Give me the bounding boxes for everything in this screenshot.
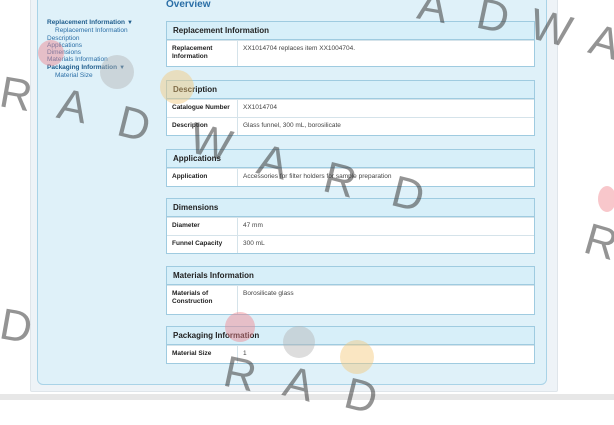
section-title: Dimensions [167,199,534,217]
row-value: XX1014704 [243,104,277,111]
decorative-dot [598,186,614,212]
row-label: Replacement Information [167,41,238,66]
row-label: Diameter [167,218,238,235]
table-row: Catalogue Number XX1014704 [167,99,534,117]
sidebar-nav: Replacement Information ▼ Replacement Inf… [47,19,157,79]
row-value: Glass funnel, 300 mL, borosilicate [243,122,341,129]
row-value: Accessories for filter holders for sampl… [243,173,392,180]
table-row: Funnel Capacity 300 mL [167,235,534,253]
sidebar-item-description[interactable]: Description [47,35,157,42]
sidebar-item-replacement-information-sub[interactable]: Replacement Information [47,27,157,34]
section-description: Description Catalogue Number XX1014704 D… [166,80,535,136]
section-title: Replacement Information [167,22,534,40]
bottom-scroll-bar [0,394,614,400]
row-value: Borosilicate glass [243,290,294,297]
section-title: Applications [167,150,534,168]
chevron-down-icon: ▼ [119,64,126,71]
table-row: Description Glass funnel, 300 mL, borosi… [167,117,534,135]
row-label: Application [167,169,238,186]
table-row: Replacement Information XX1014704 replac… [167,40,534,66]
watermark-letter: R [579,214,614,271]
table-row: Materials of Construction Borosilicate g… [167,285,534,314]
row-value: 300 mL [243,240,265,247]
row-value: 47 mm [243,222,263,229]
row-label: Description [167,118,238,135]
row-value: 1 [243,350,247,357]
sidebar-item-applications[interactable]: Applications [47,42,157,49]
section-title: Packaging Information [167,327,534,345]
section-title: Description [167,81,534,99]
table-row: Application Accessories for filter holde… [167,168,534,186]
section-replacement-information: Replacement Information Replacement Info… [166,21,535,67]
row-label: Materials of Construction [167,286,238,314]
row-value: XX1014704 replaces item XX1004704. [243,45,356,52]
sidebar-item-packaging-information[interactable]: Packaging Information ▼ [47,64,157,72]
table-row: Material Size 1 [167,345,534,363]
section-dimensions: Dimensions Diameter 47 mm Funnel Capacit… [166,198,535,254]
chevron-down-icon: ▼ [127,20,133,26]
row-label: Funnel Capacity [167,236,238,253]
section-packaging-information: Packaging Information Material Size 1 [166,326,535,364]
sidebar-item-dimensions[interactable]: Dimensions [47,49,157,56]
row-label: Material Size [167,346,238,363]
section-title: Materials Information [167,267,534,285]
section-materials-information: Materials Information Materials of Const… [166,266,535,315]
page-title: Overview [166,0,211,10]
sidebar-item-material-size[interactable]: Material Size [47,72,157,79]
section-applications: Applications Application Accessories for… [166,149,535,187]
sidebar-item-materials-information[interactable]: Materials Information [47,56,157,63]
row-label: Catalogue Number [167,100,238,117]
sidebar-item-replacement-information[interactable]: Replacement Information ▼ [47,19,157,27]
watermark-letter: A [583,14,614,71]
table-row: Diameter 47 mm [167,217,534,235]
